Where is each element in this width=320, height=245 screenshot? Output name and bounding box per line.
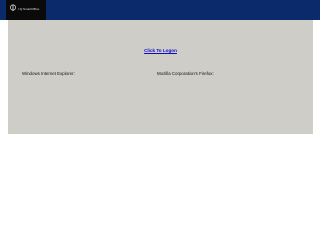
ie-label: Windows Internet Explorer: [22,71,75,76]
logon-link[interactable]: Click To Logon [8,48,313,53]
content-panel: Click To Logon Windows Internet Explorer… [8,20,313,134]
logo: I.Q.SmartOffice [6,0,46,20]
firefox-label: Mozilla Corporation's Firefox: [157,71,214,76]
logo-text: I.Q.SmartOffice [18,7,40,11]
iq-logo-icon [10,4,16,11]
header-bar: I.Q.SmartOffice [0,0,320,20]
